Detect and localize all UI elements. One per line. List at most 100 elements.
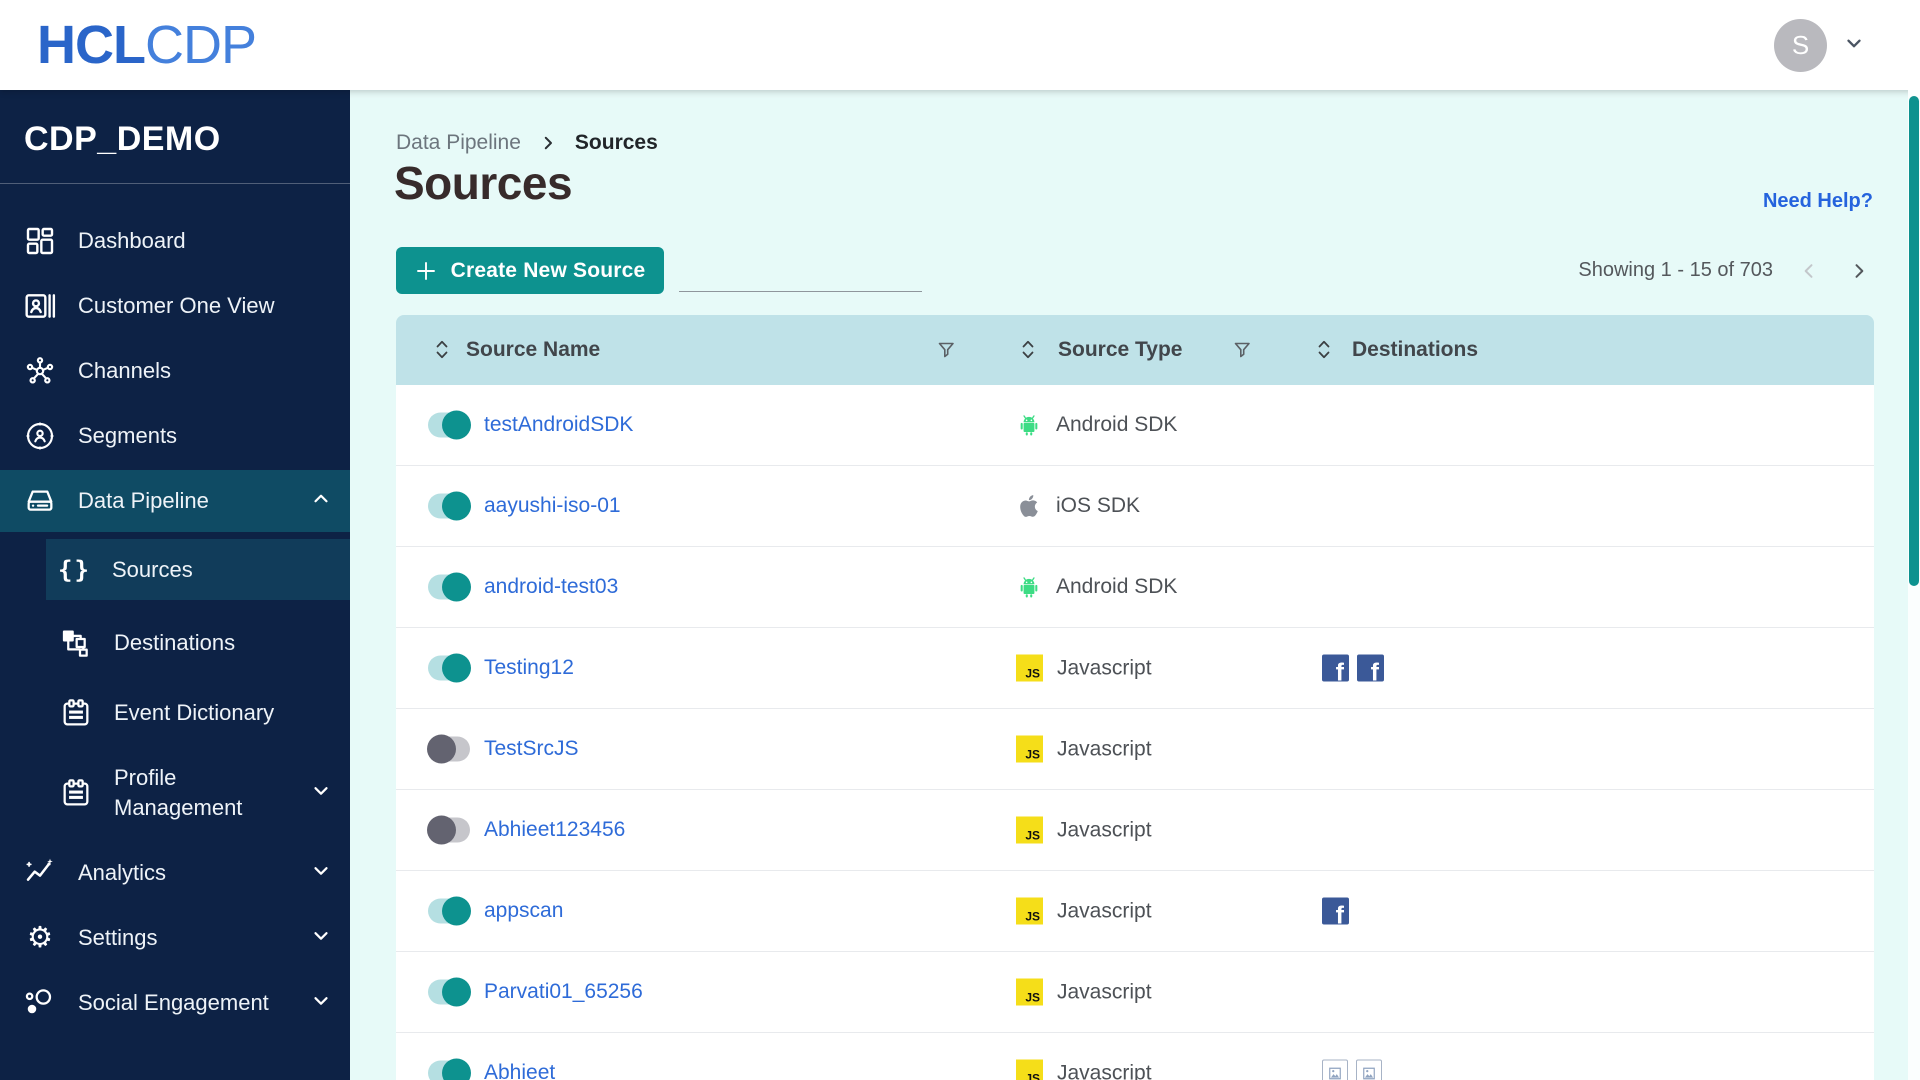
- customer-one-view-icon: [25, 294, 56, 318]
- table-row: android-test03 Android SDK: [396, 547, 1874, 628]
- source-enabled-toggle[interactable]: [428, 977, 471, 1007]
- sidebar-item-destinations[interactable]: Destinations: [0, 612, 350, 674]
- user-menu-chevron-icon[interactable]: [1843, 32, 1865, 59]
- sidebar-item-label: Social Engagement: [78, 990, 269, 1015]
- source-type-label: Javascript: [1057, 980, 1152, 1003]
- app-root: HCLCDP S CDP_DEMO Dashboard Customer One…: [0, 0, 1920, 1080]
- sidebar: CDP_DEMO Dashboard Customer One View Cha…: [0, 90, 350, 1080]
- table-row: aayushi-iso-01 iOS SDK: [396, 466, 1874, 547]
- javascript-icon: JS: [1016, 897, 1043, 925]
- plus-icon: [416, 261, 435, 280]
- source-name-link[interactable]: Parvati01_65256: [484, 980, 643, 1004]
- gear-icon: ⚙: [27, 922, 53, 954]
- sidebar-item-event-dictionary[interactable]: Event Dictionary: [0, 682, 350, 744]
- source-enabled-toggle[interactable]: [428, 410, 471, 440]
- filter-source-type-icon[interactable]: [1232, 340, 1252, 360]
- chevron-down-icon[interactable]: [310, 780, 332, 807]
- source-enabled-toggle[interactable]: [427, 734, 470, 764]
- avatar[interactable]: S: [1774, 18, 1827, 72]
- source-enabled-toggle[interactable]: [428, 491, 471, 521]
- facebook-icon: f: [1322, 897, 1349, 925]
- breadcrumb: Data Pipeline Sources: [396, 131, 658, 155]
- sidebar-item-label: Segments: [78, 423, 178, 448]
- page-title: Sources: [394, 157, 573, 209]
- toggle-knob: [442, 653, 471, 683]
- source-enabled-toggle[interactable]: [428, 896, 471, 926]
- sidebar-item-label: Destinations: [114, 630, 236, 655]
- column-header-destinations[interactable]: Destinations: [1352, 338, 1478, 362]
- destinations-cell: f f: [1322, 654, 1384, 682]
- previous-page-button[interactable]: [1795, 257, 1823, 285]
- source-name-link[interactable]: testAndroidSDK: [484, 413, 633, 437]
- table-row: testAndroidSDK Android SDK: [396, 385, 1874, 466]
- source-name-link[interactable]: Abhieet: [484, 1061, 555, 1080]
- chevron-down-icon[interactable]: [310, 990, 332, 1017]
- profile-management-icon: [63, 779, 89, 806]
- table-body: testAndroidSDK Android SDK aayushi-iso-0…: [396, 385, 1874, 1080]
- filter-source-name-icon[interactable]: [936, 340, 956, 360]
- javascript-icon: JS: [1016, 1059, 1043, 1080]
- sidebar-item-data-pipeline[interactable]: Data Pipeline: [0, 470, 350, 532]
- next-page-button[interactable]: [1845, 257, 1873, 285]
- user-area: S: [1774, 0, 1865, 90]
- toggle-knob: [442, 1058, 471, 1080]
- source-name-link[interactable]: TestSrcJS: [484, 737, 579, 761]
- scrollbar-thumb[interactable]: [1909, 96, 1919, 586]
- toggle-knob: [442, 572, 471, 602]
- logo-secondary: CDP: [144, 15, 257, 75]
- search-input[interactable]: [689, 253, 934, 288]
- source-type-cell: JS Javascript: [1016, 816, 1152, 844]
- source-name-link[interactable]: android-test03: [484, 575, 618, 599]
- source-name-link[interactable]: Abhieet123456: [484, 818, 625, 842]
- dashboard-icon: [26, 227, 54, 255]
- sidebar-item-settings[interactable]: ⚙ Settings: [0, 907, 350, 969]
- chevron-down-icon[interactable]: [310, 860, 332, 887]
- create-button-label: Create New Source: [450, 258, 646, 282]
- sidebar-item-analytics[interactable]: Analytics: [0, 842, 350, 904]
- source-enabled-toggle[interactable]: [428, 572, 471, 602]
- vertical-scrollbar[interactable]: [1908, 90, 1920, 1080]
- source-name-link[interactable]: appscan: [484, 899, 563, 923]
- chevron-up-icon[interactable]: [310, 488, 332, 515]
- javascript-icon: JS: [1016, 816, 1043, 844]
- toggle-knob: [442, 410, 471, 440]
- chevron-down-icon[interactable]: [310, 925, 332, 952]
- source-type-label: Javascript: [1057, 737, 1152, 760]
- need-help-link[interactable]: Need Help?: [1763, 190, 1873, 213]
- table-row: Testing12 JS Javascript f f: [396, 628, 1874, 709]
- sidebar-item-segments[interactable]: Segments: [0, 405, 350, 467]
- column-header-source-type[interactable]: Source Type: [1058, 338, 1182, 362]
- source-enabled-toggle[interactable]: [428, 1058, 471, 1080]
- source-type-cell: JS Javascript: [1016, 978, 1152, 1006]
- column-header-source-name[interactable]: Source Name: [466, 338, 600, 362]
- source-enabled-toggle[interactable]: [428, 653, 471, 683]
- source-enabled-toggle[interactable]: [427, 815, 470, 845]
- data-pipeline-icon: [27, 490, 53, 511]
- sort-source-type-icon[interactable]: [1018, 338, 1038, 362]
- hcl-cdp-logo: HCLCDP: [37, 15, 257, 75]
- source-name-link[interactable]: aayushi-iso-01: [484, 494, 621, 518]
- sidebar-item-profile-management[interactable]: Profile Management: [0, 752, 350, 834]
- table-row: Parvati01_65256 JS Javascript: [396, 952, 1874, 1033]
- sidebar-item-sources[interactable]: {} Sources: [46, 539, 350, 600]
- sidebar-item-label: Profile Management: [114, 765, 243, 820]
- sidebar-item-label: Analytics: [78, 860, 167, 885]
- destinations-cell: [1322, 1059, 1382, 1080]
- sidebar-item-dashboard[interactable]: Dashboard: [0, 210, 350, 272]
- sidebar-item-customer-one-view[interactable]: Customer One View: [0, 275, 350, 337]
- sidebar-item-label: Event Dictionary: [114, 700, 275, 725]
- sidebar-item-social-engagement[interactable]: Social Engagement: [0, 972, 350, 1034]
- javascript-icon: JS: [1016, 735, 1043, 763]
- source-type-label: Javascript: [1057, 1061, 1152, 1080]
- channels-icon: [26, 357, 54, 384]
- sidebar-item-label: Sources: [112, 556, 193, 582]
- create-new-source-button[interactable]: Create New Source: [396, 247, 664, 294]
- analytics-icon: [26, 858, 53, 881]
- facebook-icon: f: [1322, 654, 1349, 682]
- source-type-label: Javascript: [1057, 899, 1152, 922]
- sort-source-name-icon[interactable]: [432, 338, 452, 362]
- source-name-link[interactable]: Testing12: [484, 656, 574, 680]
- sort-destinations-icon[interactable]: [1314, 338, 1334, 362]
- breadcrumb-parent[interactable]: Data Pipeline: [396, 131, 521, 155]
- sidebar-item-channels[interactable]: Channels: [0, 340, 350, 402]
